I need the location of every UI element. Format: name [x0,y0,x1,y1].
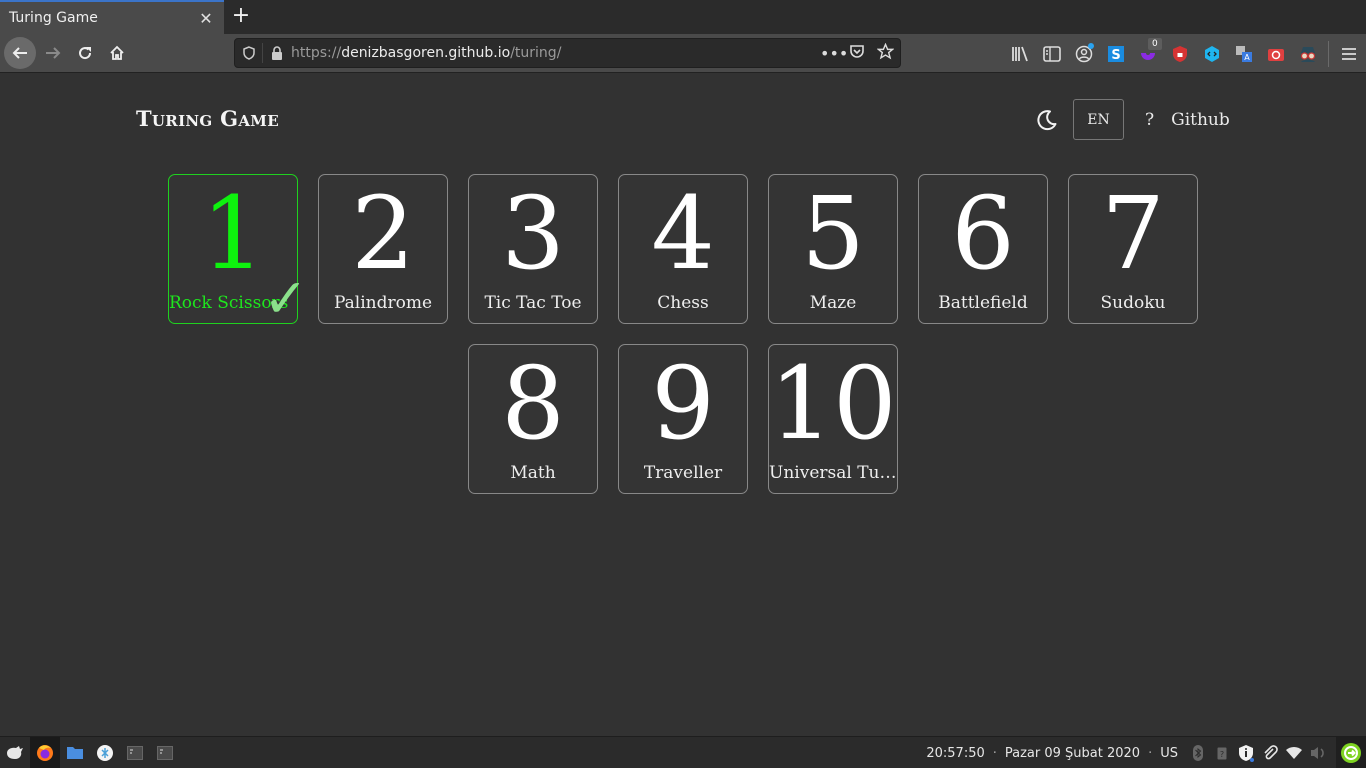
level-number: 3 [501,175,565,292]
lock-icon[interactable] [263,46,291,60]
bookmark-star-icon[interactable] [875,42,895,64]
level-number: 10 [769,345,897,462]
reload-icon [79,47,92,60]
terminal-icon[interactable] [120,737,150,768]
completed-check-icon: ✓ [263,267,309,330]
xfce-menu-icon[interactable] [0,737,30,768]
level-name: Universal Turing Machine [769,463,897,483]
keyboard-layout[interactable]: US [1160,746,1178,761]
level-card-4[interactable]: 4 Chess [618,174,748,324]
moon-icon [1037,109,1057,130]
terminal-icon[interactable] [150,737,180,768]
level-name: Battlefield [938,293,1028,313]
level-card-2[interactable]: 2 Palindrome [318,174,448,324]
level-number: 6 [951,175,1015,292]
menu-icon[interactable] [1333,38,1365,70]
clock-date[interactable]: Pazar 09 Şubat 2020 [1005,746,1140,761]
security-shield-icon[interactable] [1234,737,1258,768]
url-host: denizbasgoren.github.io [341,45,511,61]
level-name: Traveller [643,463,723,483]
wifi-icon[interactable] [1282,737,1306,768]
battery-icon[interactable]: ? [1210,737,1234,768]
home-button[interactable] [101,37,133,69]
logout-button[interactable] [1336,737,1366,768]
clock-time[interactable]: 20:57:50 [926,746,984,761]
library-icon[interactable] [1004,38,1036,70]
language-button[interactable]: EN [1073,99,1124,140]
url-text[interactable]: https://denizbasgoren.github.io/turing/ [291,45,820,61]
bluetooth-icon[interactable] [1186,737,1210,768]
level-name: Maze [809,293,857,313]
volume-icon[interactable] [1306,737,1330,768]
browser-nav-bar: https://denizbasgoren.github.io/turing/ … [0,34,1366,73]
github-link[interactable]: Github [1171,110,1230,130]
site-nav: EN ? Github [1032,99,1230,140]
level-number: 2 [351,175,415,292]
new-tab-button[interactable]: + [229,4,253,28]
url-scheme: https:// [291,45,342,61]
cyan-extension-icon[interactable] [1196,38,1228,70]
level-name: Palindrome [333,293,433,313]
reload-button[interactable] [69,37,101,69]
theme-toggle-button[interactable] [1032,105,1062,135]
close-tab-icon[interactable]: ✕ [196,9,216,28]
level-name: Chess [657,293,709,313]
file-manager-icon[interactable] [60,737,90,768]
svg-text:?: ? [1220,750,1224,759]
logout-icon [1341,743,1361,763]
incognito-extension-icon[interactable] [1292,38,1324,70]
level-number: 7 [1101,175,1165,292]
forward-button[interactable] [37,37,69,69]
level-card-3[interactable]: 3 Tic Tac Toe [468,174,598,324]
home-icon [110,45,124,60]
sidebar-icon[interactable] [1036,38,1068,70]
settings-icon[interactable] [90,737,120,768]
purple-extension-icon[interactable]: 0 [1132,37,1164,70]
browser-tab-bar: Turing Game ✕ + [0,0,1366,34]
svg-text:S: S [1111,48,1120,63]
s-extension-icon[interactable]: S [1100,38,1132,70]
level-card-5[interactable]: 5 Maze [768,174,898,324]
level-card-8[interactable]: 8 Math [468,344,598,494]
extension-badge: 0 [1148,37,1162,50]
page-actions-icon[interactable]: ••• [820,44,848,63]
separator: · [992,745,997,761]
level-card-7[interactable]: 7 Sudoku [1068,174,1198,324]
tracking-protection-icon[interactable] [235,43,263,63]
svg-text:A: A [1244,53,1250,62]
account-icon[interactable] [1068,38,1100,70]
level-name: Tic Tac Toe [484,293,582,313]
level-number: 9 [651,345,715,462]
level-card-10[interactable]: 10 Universal Turing Machine [768,344,898,494]
notification-dot [1088,42,1094,49]
level-name: Sudoku [1100,293,1166,313]
pocket-icon[interactable] [848,43,866,63]
help-link[interactable]: ? [1145,110,1154,130]
separator: · [1148,745,1153,761]
arrow-left-icon [12,47,27,59]
level-number: 5 [801,175,865,292]
tab-turing-game[interactable]: Turing Game ✕ [0,0,224,34]
tab-title: Turing Game [9,10,98,26]
page-content: Turing Game EN ? Github 1 Rock Scissors … [0,74,1366,736]
translate-extension-icon[interactable]: A [1228,38,1260,70]
taskbar: 20:57:50 · Pazar 09 Şubat 2020 · US ? [0,736,1366,768]
level-name: Math [510,463,556,483]
system-tray: 20:57:50 · Pazar 09 Şubat 2020 · US ? [926,737,1366,768]
level-card-9[interactable]: 9 Traveller [618,344,748,494]
screenshot-extension-icon[interactable] [1260,38,1292,70]
firefox-icon[interactable] [30,737,60,768]
red-shield-extension-icon[interactable] [1164,38,1196,70]
site-title[interactable]: Turing Game [136,106,279,131]
url-path: /turing/ [510,45,562,61]
url-bar[interactable]: https://denizbasgoren.github.io/turing/ … [234,38,901,68]
level-number: 4 [651,175,715,292]
level-number: 8 [501,345,565,462]
arrow-right-icon [46,47,61,59]
toolbar-separator [1328,40,1329,67]
clipboard-attachment-icon[interactable] [1258,737,1282,768]
level-card-6[interactable]: 6 Battlefield [918,174,1048,324]
back-button[interactable] [4,37,36,69]
